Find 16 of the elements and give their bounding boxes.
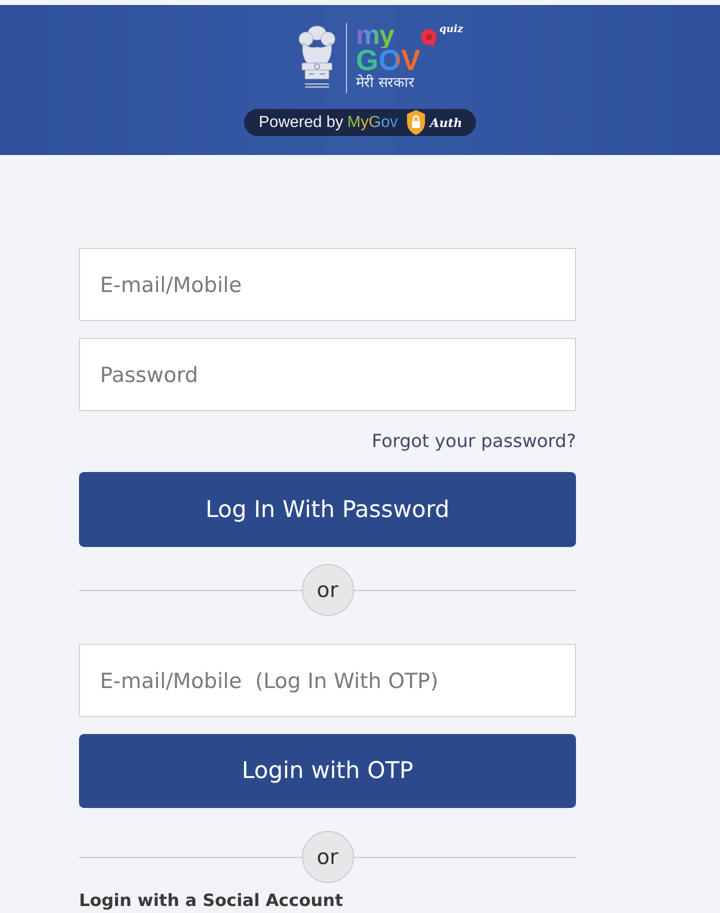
email-field[interactable]: E-mail/Mobile	[79, 248, 576, 321]
or-divider-label: or	[302, 831, 354, 883]
login-otp-button[interactable]: Login with OTP	[79, 734, 576, 808]
or-divider-label: or	[302, 564, 354, 616]
logo-tagline: मेरी सरकार	[356, 74, 414, 92]
brand-label: MyGov	[347, 112, 398, 132]
password-field[interactable]: Password	[79, 338, 576, 411]
social-login-heading: Login with a Social Account	[79, 891, 343, 911]
quiz-label: quiz	[439, 24, 464, 36]
auth-label: Auth	[430, 114, 462, 130]
otp-email-field[interactable]: E-mail/Mobile (Log In With OTP)	[79, 644, 576, 717]
shield-lock-icon	[406, 109, 426, 136]
powered-by-label: Powered by	[258, 112, 344, 132]
speech-bubble-icon	[420, 28, 438, 48]
login-password-button[interactable]: Log In With Password	[79, 472, 576, 547]
forgot-password-link[interactable]: Forgot your password?	[372, 431, 576, 453]
